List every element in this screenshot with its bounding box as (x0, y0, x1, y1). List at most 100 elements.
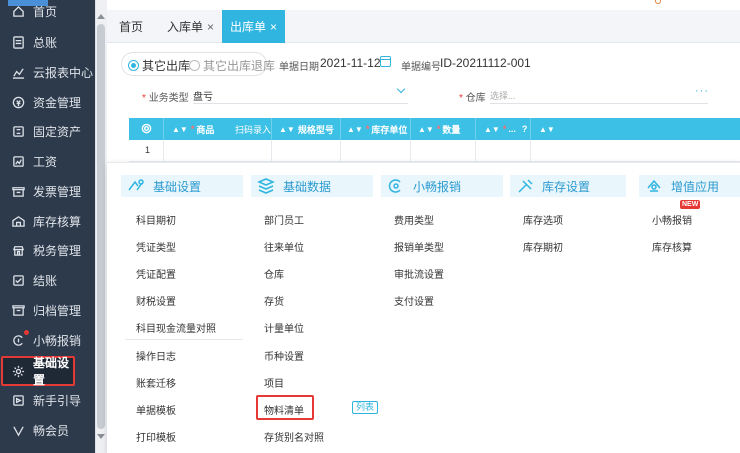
table-row[interactable] (129, 140, 740, 162)
doc-no-field[interactable]: ID-20211112-001 (440, 56, 531, 70)
scroll-down-arrow-icon[interactable] (97, 434, 105, 439)
ledger-icon (11, 35, 25, 49)
warehouse-input[interactable]: 选择... (490, 89, 516, 102)
gear-icon (12, 364, 25, 378)
tab-home[interactable]: 首页 (119, 10, 143, 43)
sidebar-item-label: 资金管理 (33, 95, 82, 110)
sidebar-item-home[interactable]: 首页 (0, 0, 95, 26)
radio-other-out-return[interactable]: 其它出库退库 (189, 57, 275, 74)
menu-item-expense-app[interactable]: 小畅报销 (652, 212, 692, 227)
bom-highlight-box (256, 395, 314, 420)
checkout-icon (11, 273, 25, 287)
sidebar-item-label: 新手引导 (33, 393, 82, 408)
sidebar-item-invoice[interactable]: 发票管理 (0, 176, 95, 206)
guide-icon (11, 393, 25, 407)
sidebar-item-fixed-assets[interactable]: 固定资产 (0, 116, 95, 146)
grid-header-more[interactable]: ▲▼ *... ? (484, 118, 527, 140)
sidebar-item-label: 小畅报销 (33, 333, 82, 348)
grid-separator (340, 118, 341, 140)
menu-item-payment-settings[interactable]: 支付设置 (394, 293, 434, 308)
sidebar-item-label: 固定资产 (33, 124, 82, 139)
sort-icon[interactable]: ▲▼ (279, 125, 295, 134)
help-icon[interactable]: ? (522, 124, 528, 134)
sidebar-item-salary[interactable]: 工资 (0, 146, 95, 176)
tab-label: 首页 (119, 20, 144, 34)
grid-separator (530, 118, 531, 140)
sort-icon[interactable]: ▲▼ (172, 125, 188, 134)
sidebar-item-ledger[interactable]: 总账 (0, 27, 95, 57)
menu-item-subject-initial[interactable]: 科目期初 (136, 212, 176, 227)
tab-outbound[interactable]: 出库单 × (222, 10, 286, 43)
menu-item-partner[interactable]: 往来单位 (264, 239, 304, 254)
menu-item-department-staff[interactable]: 部门员工 (264, 212, 304, 227)
menu-item-operation-log[interactable]: 操作日志 (136, 348, 176, 363)
warehouse-underline (490, 103, 708, 104)
vip-icon (11, 423, 25, 437)
menu-item-unit[interactable]: 计量单位 (264, 320, 304, 335)
menu-item-inventory-accounting[interactable]: 库存核算 (652, 239, 692, 254)
sort-icon[interactable]: ▲▼ (539, 125, 555, 134)
sidebar-item-archive[interactable]: 归档管理 (0, 295, 95, 325)
menu-item-expense-form-type[interactable]: 报销单类型 (394, 239, 444, 254)
grid-header-product[interactable]: ▲▼ * 商品 (172, 118, 214, 140)
menu-item-inventory-options[interactable]: 库存选项 (523, 212, 563, 227)
menu-item-currency[interactable]: 币种设置 (264, 348, 304, 363)
menu-item-stock[interactable]: 存货 (264, 293, 284, 308)
grid-header-spec[interactable]: ▲▼ 规格型号 (279, 118, 334, 140)
sidebar-item-report[interactable]: 云报表中心 (0, 57, 95, 87)
sidebar-item-label: 库存核算 (33, 214, 82, 229)
menu-item-tax-settings[interactable]: 财税设置 (136, 293, 176, 308)
scroll-up-arrow-icon[interactable] (97, 14, 105, 19)
grid-separator (340, 140, 341, 162)
sidebar-item-basic-settings[interactable]: 基础设置 (1, 356, 75, 387)
grid-header-unit[interactable]: ▲▼ * 库存单位 (347, 118, 407, 140)
grid-separator (271, 140, 272, 162)
menu-item-document-template[interactable]: 单据模板 (136, 402, 176, 417)
scrollbar-thumb[interactable] (97, 24, 105, 429)
sort-icon[interactable]: ▲▼ (418, 125, 434, 134)
radio-dot (128, 60, 139, 71)
sidebar-item-funds[interactable]: 资金管理 (0, 87, 95, 117)
sidebar-item-guide[interactable]: 新手引导 (0, 385, 95, 415)
menu-item-account-migration[interactable]: 账套迁移 (136, 375, 176, 390)
sort-icon[interactable]: ▲▼ (484, 125, 500, 134)
sidebar-item-vip[interactable]: 畅会员 (0, 415, 95, 445)
sidebar-item-checkout[interactable]: 结账 (0, 265, 95, 295)
more-options-icon[interactable]: ··· (695, 85, 709, 97)
sidebar-item-inventory[interactable]: 库存核算 (0, 206, 95, 236)
close-icon[interactable]: × (270, 20, 277, 34)
sort-icon[interactable]: ▲▼ (347, 125, 363, 134)
row-number: 1 (145, 145, 151, 155)
biz-type-label: * 业务类型 (142, 93, 189, 104)
menu-item-warehouse[interactable]: 仓库 (264, 266, 284, 281)
grid-separator (163, 118, 164, 140)
salary-icon (11, 154, 25, 168)
tab-inbound[interactable]: 入库单 × (167, 10, 214, 43)
grid-separator (271, 118, 272, 140)
grid-separator (475, 140, 476, 162)
grid-header-qty[interactable]: ▲▼ * 数量 (418, 118, 460, 140)
menu-item-expense-type[interactable]: 费用类型 (394, 212, 434, 227)
menu-item-stock-alias[interactable]: 存货别名对照 (264, 429, 324, 444)
calendar-icon[interactable] (380, 56, 391, 67)
radio-other-out[interactable]: 其它出库 (128, 57, 190, 74)
close-icon[interactable]: × (207, 20, 214, 34)
sidebar-item-tax[interactable]: 税务管理 (0, 235, 95, 265)
tax-icon (11, 243, 25, 257)
app-icon (645, 178, 665, 194)
biz-type-select[interactable]: 盘亏 (193, 88, 213, 103)
sidebar-item-expense[interactable]: 小畅报销 (0, 325, 95, 355)
menu-item-approval-flow[interactable]: 审批流设置 (394, 266, 444, 281)
date-field[interactable]: 2021-11-12 (320, 56, 381, 70)
menu-item-voucher-config[interactable]: 凭证配置 (136, 266, 176, 281)
grid-header-scan[interactable]: 扫码录入 (235, 118, 271, 140)
list-badge[interactable]: 列表 (352, 401, 379, 414)
grid-header-extra[interactable]: ▲▼ (539, 118, 558, 140)
menu-item-print-template[interactable]: 打印模板 (136, 429, 176, 444)
menu-item-voucher-type[interactable]: 凭证类型 (136, 239, 176, 254)
gear-icon[interactable] (141, 123, 152, 134)
menu-item-cashflow-mapping[interactable]: 科目现金流量对照 (136, 320, 216, 335)
archive-icon (11, 303, 25, 317)
menu-item-project[interactable]: 项目 (264, 375, 284, 390)
menu-item-inventory-initial[interactable]: 库存期初 (523, 239, 563, 254)
